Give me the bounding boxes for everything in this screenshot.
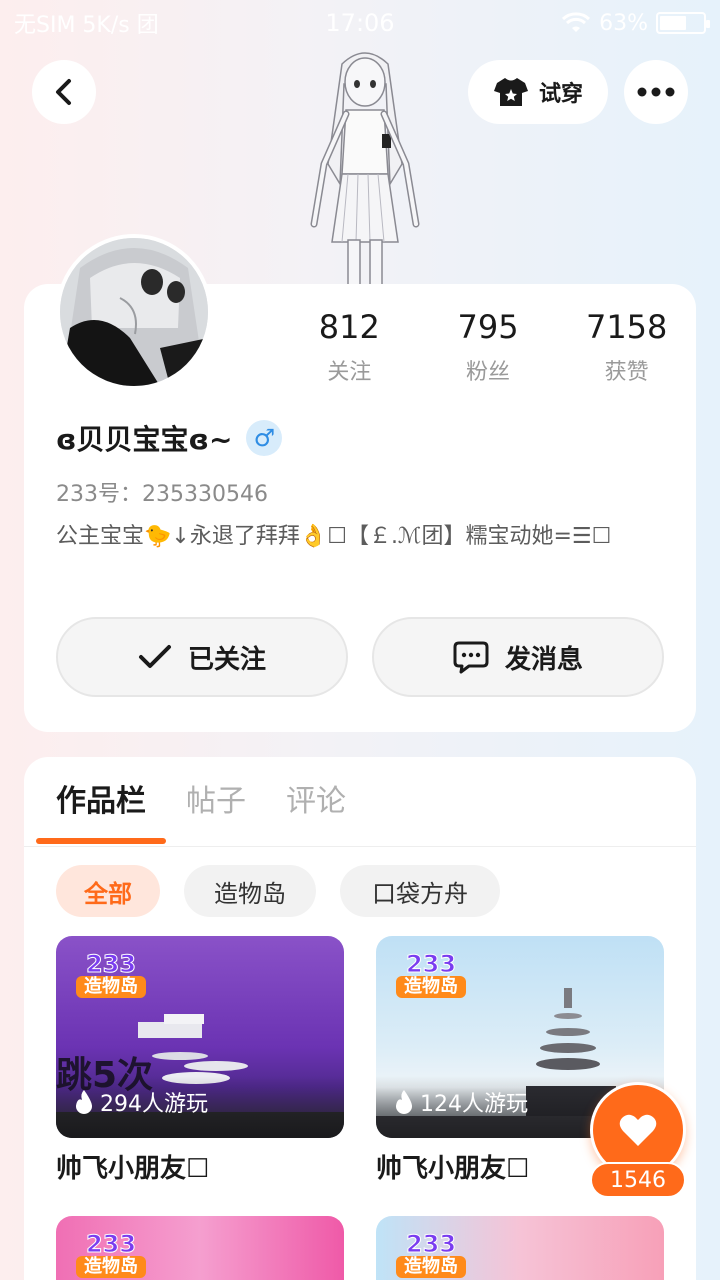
tab-posts[interactable]: 帖子 <box>186 776 246 820</box>
platform-badge: 233 造物岛 <box>396 1232 466 1280</box>
character-figure <box>310 52 420 289</box>
badge-number: 233 <box>85 950 137 978</box>
filter-all[interactable]: 全部 <box>56 865 160 917</box>
stat-followers[interactable]: 795 粉丝 <box>419 308 558 386</box>
game-thumbnail: 跳5次 233 造物岛 294人游玩 <box>56 936 344 1138</box>
battery-fill <box>660 16 686 30</box>
filter-pocket-ark[interactable]: 口袋方舟 <box>340 865 500 917</box>
badge-number: 233 <box>405 1230 457 1258</box>
badge-label: 造物岛 <box>396 1256 466 1278</box>
followed-label: 已关注 <box>187 644 266 675</box>
username-row: ɞ贝贝宝宝ɞ~ ♂ <box>56 418 283 458</box>
stat-value: 812 <box>318 308 380 346</box>
stat-value: 795 <box>457 308 519 346</box>
fire-icon <box>76 1090 92 1114</box>
try-on-label: 试穿 <box>538 82 583 107</box>
game-card[interactable]: 233 造物岛 <box>376 1216 664 1280</box>
message-button[interactable]: 发消息 <box>372 617 664 697</box>
tab-indicator <box>36 838 166 844</box>
bio: 公主宝宝🐤↓永退了拜拜👌☐【￡.ℳ团】糯宝动她=☰☐ <box>56 524 612 549</box>
badge-number: 233 <box>405 950 457 978</box>
back-icon <box>56 79 71 105</box>
status-bar: 无SIM 5K/s 团 17:06 63% <box>0 0 720 46</box>
play-count: 294人游玩 <box>74 1086 208 1118</box>
badge-label: 造物岛 <box>396 976 466 998</box>
tab-comments[interactable]: 评论 <box>286 776 346 820</box>
fire-icon <box>396 1090 412 1114</box>
stat-label: 关注 <box>327 360 372 385</box>
tab-bar: 作品栏 帖子 评论 <box>56 776 346 820</box>
status-time: 17:06 <box>325 9 395 37</box>
like-count: 1546 <box>590 1162 686 1198</box>
tab-divider <box>24 846 696 847</box>
message-label: 发消息 <box>504 644 583 675</box>
platform-badge: 233 造物岛 <box>76 952 146 1000</box>
platform-badge: 233 造物岛 <box>396 952 466 1000</box>
play-count-text: 124人游玩 <box>420 1092 528 1117</box>
game-title: 帅飞小朋友☐ <box>56 1154 210 1184</box>
stat-label: 粉丝 <box>466 360 511 385</box>
badge-label: 造物岛 <box>76 976 146 998</box>
game-thumbnail: 233 造物岛 <box>376 1216 664 1280</box>
stat-value: 7158 <box>585 308 668 346</box>
game-card[interactable]: 233 造物岛 <box>56 1216 344 1280</box>
platform-badge: 233 造物岛 <box>76 1232 146 1280</box>
chat-icon <box>453 641 489 674</box>
username: ɞ贝贝宝宝ɞ~ <box>56 423 233 456</box>
play-count-text: 294人游玩 <box>100 1092 208 1117</box>
followed-button[interactable]: 已关注 <box>56 617 348 697</box>
heart-icon <box>619 1114 657 1146</box>
game-thumbnail: 233 造物岛 <box>56 1216 344 1280</box>
back-button[interactable] <box>32 60 96 124</box>
badge-label: 造物岛 <box>76 1256 146 1278</box>
tshirt-icon <box>493 78 528 106</box>
stat-likes[interactable]: 7158 获赞 <box>557 308 696 386</box>
avatar-image <box>60 238 208 386</box>
check-icon <box>138 645 171 668</box>
stat-following[interactable]: 812 关注 <box>280 308 419 386</box>
stat-label: 获赞 <box>604 360 649 385</box>
filter-creation-island[interactable]: 造物岛 <box>184 865 316 917</box>
gender-male-icon: ♂ <box>246 420 283 456</box>
avatar[interactable] <box>56 234 212 390</box>
play-count: 124人游玩 <box>394 1086 528 1118</box>
more-button[interactable] <box>624 60 688 124</box>
tab-works[interactable]: 作品栏 <box>56 776 146 820</box>
profile-stats: 812 关注 795 粉丝 7158 获赞 <box>280 308 696 386</box>
user-id[interactable]: 233号：235330546 <box>56 476 268 508</box>
more-icon <box>637 87 675 97</box>
try-on-button[interactable]: 试穿 <box>468 60 608 124</box>
battery-icon <box>656 12 710 34</box>
game-card[interactable]: 跳5次 233 造物岛 294人游玩 帅飞小朋友☐ <box>56 936 344 1185</box>
badge-number: 233 <box>85 1230 137 1258</box>
